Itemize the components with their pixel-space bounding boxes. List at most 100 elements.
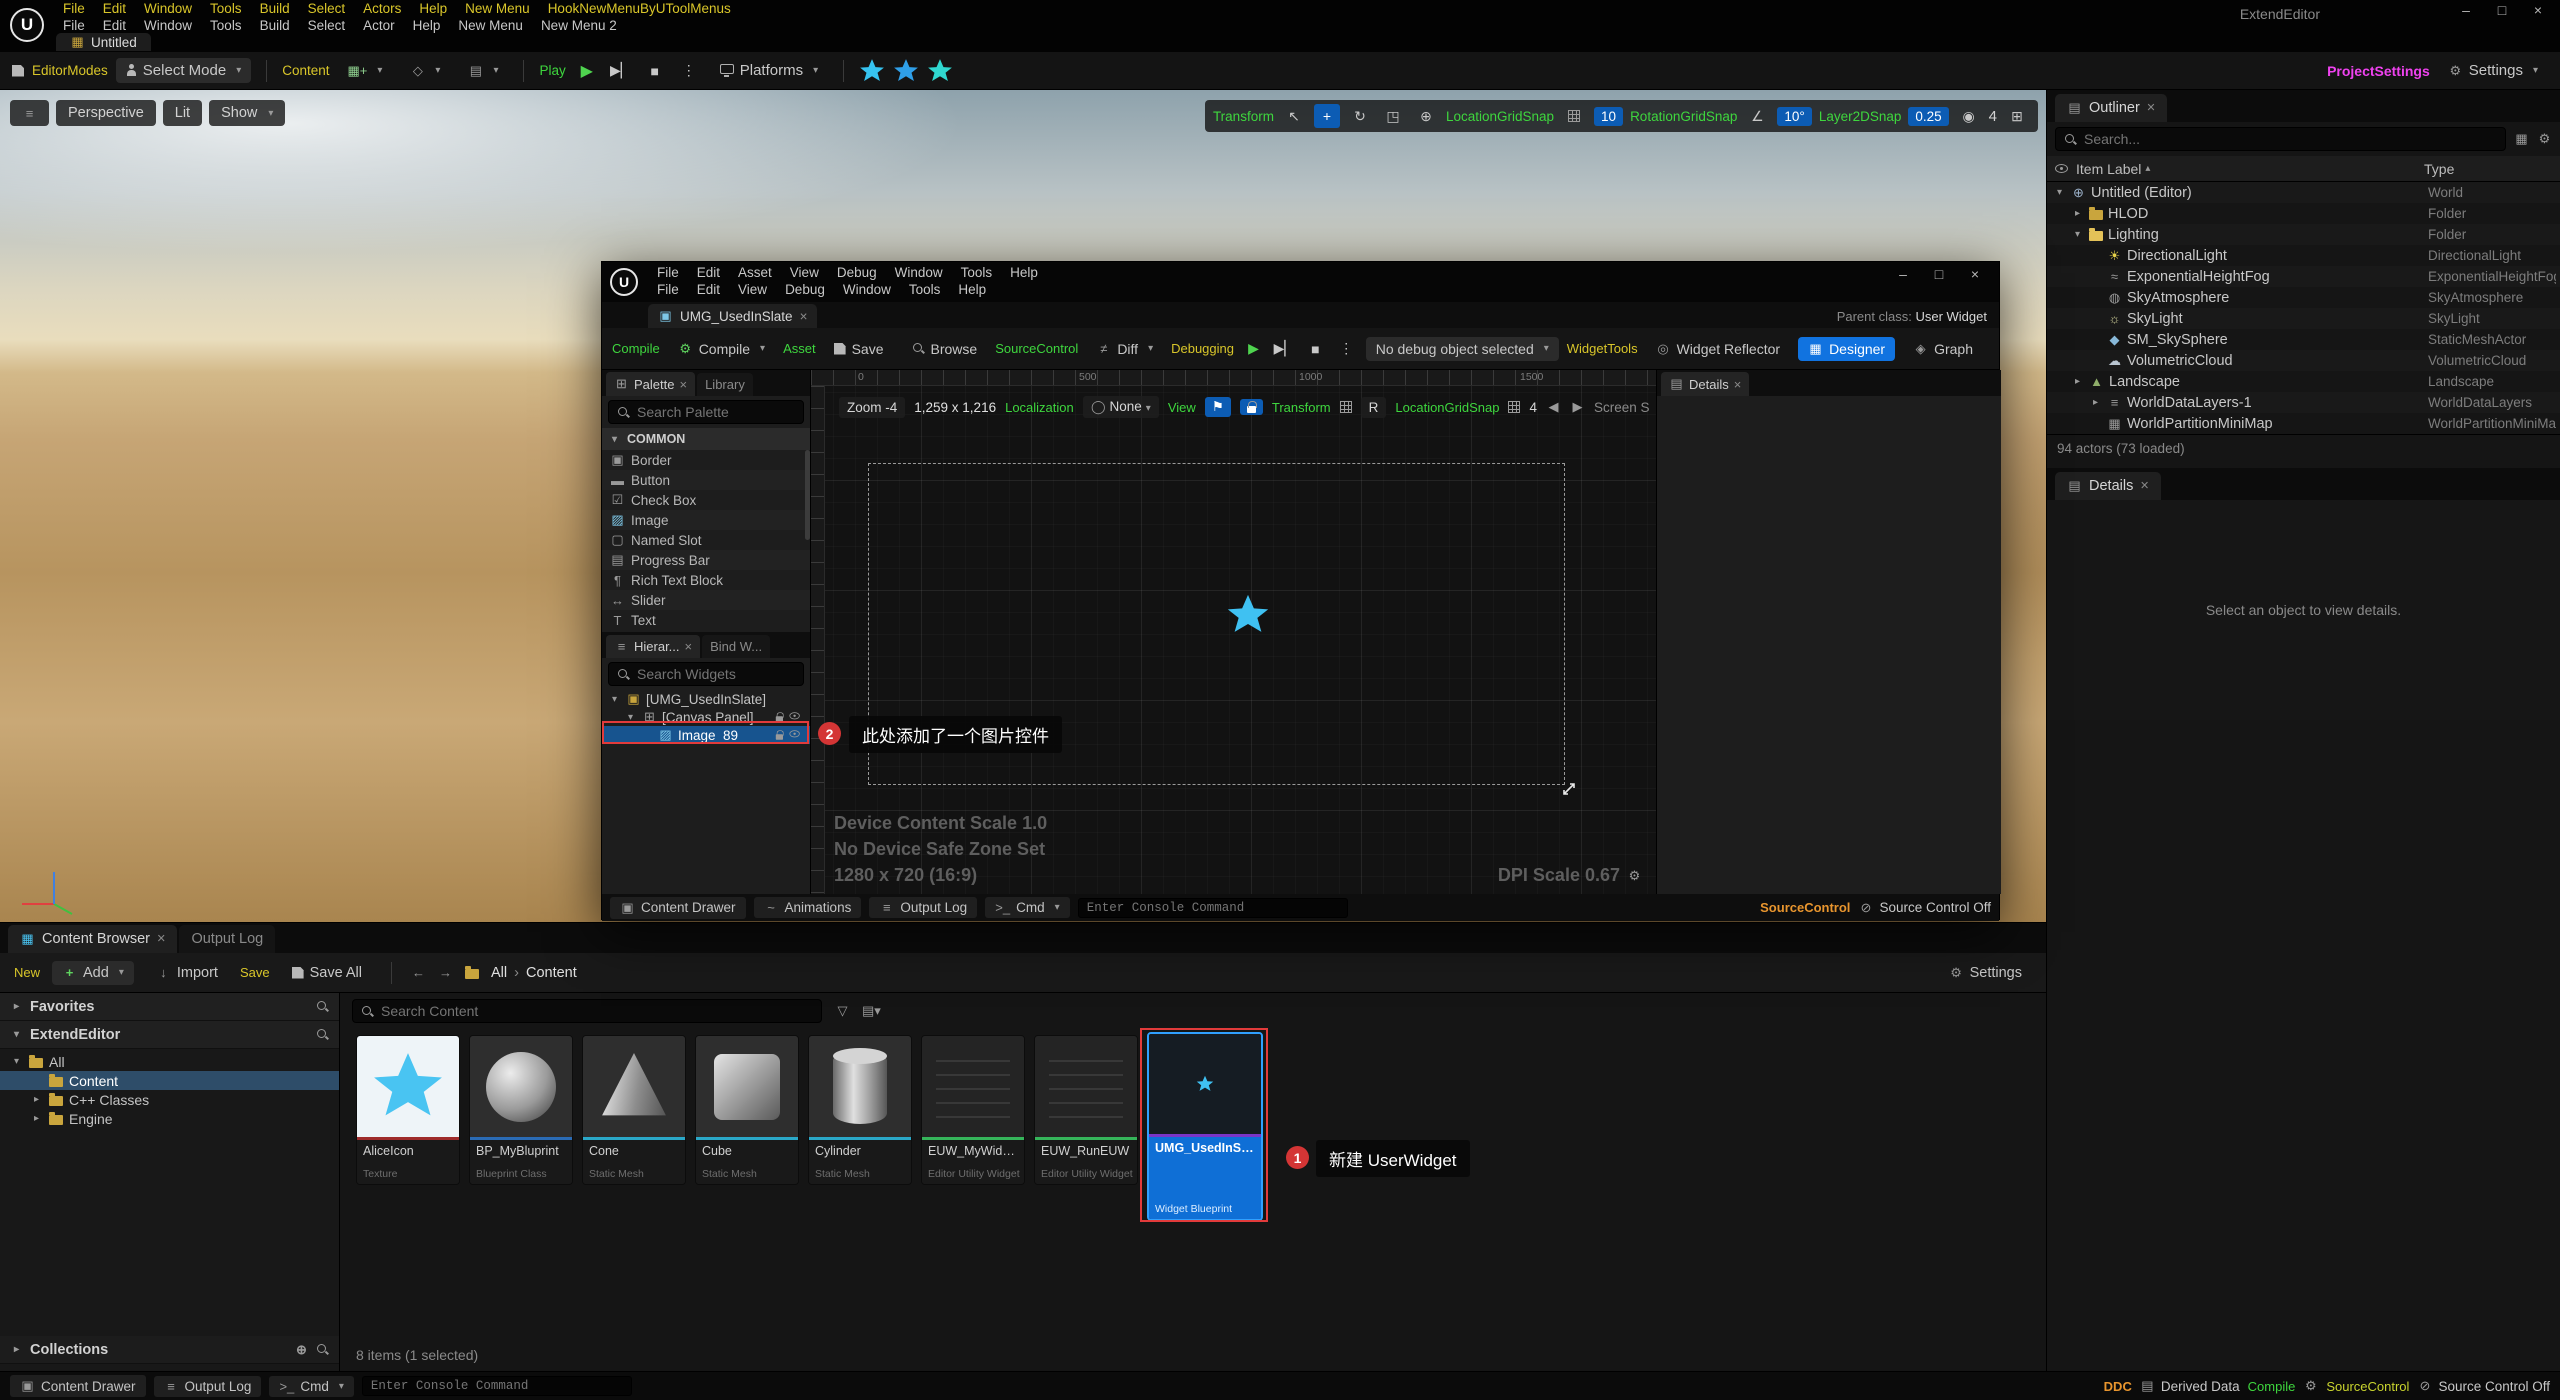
play-options-kebab-icon[interactable]: ⋮ bbox=[676, 59, 702, 83]
close-icon[interactable]: × bbox=[2147, 100, 2155, 116]
lit-dropdown[interactable]: Lit bbox=[163, 100, 202, 126]
derived-data-button[interactable]: ▤Derived Data bbox=[2140, 1378, 2240, 1394]
collections-section[interactable]: ▸Collections ⊕ bbox=[0, 1336, 339, 1364]
asset-tile-cone[interactable]: ConeStatic Mesh bbox=[582, 1035, 686, 1185]
rotate-tool-icon[interactable]: ↻ bbox=[1347, 104, 1373, 128]
asset-tile-umg-usedinslate[interactable]: UMG_UsedInSlateWidget Blueprint bbox=[1147, 1032, 1263, 1221]
diff-button[interactable]: ≠Diff▾ bbox=[1086, 337, 1163, 361]
stop-button[interactable]: ■ bbox=[642, 59, 668, 83]
menu-item-edit[interactable]: Edit bbox=[94, 17, 135, 34]
custom-sprite-button-1[interactable] bbox=[859, 59, 885, 83]
palette-section-common[interactable]: ▾COMMON bbox=[602, 428, 810, 450]
play-button[interactable]: ▶ bbox=[574, 59, 600, 83]
folder-c-classes[interactable]: ▸C++ Classes bbox=[0, 1090, 339, 1109]
tab-bind-widgets[interactable]: Bind W... bbox=[702, 635, 770, 658]
screen-size-dropdown[interactable]: Screen Si bbox=[1594, 400, 1649, 415]
tab-details[interactable]: ▤ Details × bbox=[2055, 472, 2161, 500]
save-button[interactable]: Save bbox=[824, 337, 894, 361]
maximize-button[interactable]: □ bbox=[1921, 266, 1957, 282]
menu-item-window[interactable]: Window bbox=[135, 17, 201, 34]
palette-item-border[interactable]: ▣Border bbox=[602, 450, 810, 470]
asset-tile-euw-runeuw[interactable]: EUW_RunEUWEditor Utility Widget bbox=[1034, 1035, 1138, 1185]
palette-item-check-box[interactable]: ☑Check Box bbox=[602, 490, 810, 510]
palette-item-text[interactable]: TText bbox=[602, 610, 810, 630]
menu-item-file[interactable]: File bbox=[54, 0, 94, 17]
cmd-dropdown[interactable]: >_Cmd▾ bbox=[985, 897, 1070, 918]
expand-arrow-icon[interactable]: ▾ bbox=[608, 694, 621, 705]
menu-item-hooknewmenubyutoolmenus[interactable]: HookNewMenuByUToolMenus bbox=[539, 0, 740, 17]
resize-handle-icon[interactable] bbox=[1561, 781, 1577, 797]
graph-tab-button[interactable]: ◈Graph bbox=[1903, 337, 1983, 361]
image-widget-sprite[interactable] bbox=[1226, 593, 1270, 637]
menu-item-actor[interactable]: Actor bbox=[354, 17, 404, 34]
outliner-filter-icon[interactable]: ▦ bbox=[2514, 131, 2529, 147]
expand-arrow-icon[interactable]: ▸ bbox=[2089, 397, 2102, 408]
source-control-status[interactable]: ⊘Source Control Off bbox=[2417, 1378, 2550, 1394]
next-state-icon[interactable]: ▶ bbox=[1570, 399, 1585, 415]
palette-item-slider[interactable]: ↔Slider bbox=[602, 590, 810, 610]
prev-state-icon[interactable]: ◀ bbox=[1546, 399, 1561, 415]
search-icon[interactable] bbox=[316, 1028, 329, 1041]
palette-item-named-slot[interactable]: ▢Named Slot bbox=[602, 530, 810, 550]
lock-icon[interactable] bbox=[776, 734, 783, 740]
favorites-section[interactable]: ▸Favorites bbox=[0, 993, 339, 1021]
plugin-section[interactable]: ▾ExtendEditor bbox=[0, 1021, 339, 1049]
search-icon[interactable] bbox=[316, 1343, 329, 1356]
add-content-button[interactable]: ▦+▾ bbox=[338, 59, 393, 83]
tab-umg-usedinslate[interactable]: ▣ UMG_UsedInSlate × bbox=[648, 304, 817, 328]
outliner-row[interactable]: ▸≡WorldDataLayers-1WorldDataLayers bbox=[2047, 392, 2560, 413]
menu-item-view[interactable]: View bbox=[781, 264, 828, 281]
widget-reflector-button[interactable]: ◎Widget Reflector bbox=[1646, 337, 1790, 361]
tab-library[interactable]: Library bbox=[697, 373, 753, 396]
browse-button[interactable]: Browse bbox=[902, 337, 988, 361]
cb-search[interactable] bbox=[352, 999, 822, 1023]
grid-snap-value[interactable]: 10 bbox=[1594, 107, 1623, 126]
scale-snap-value[interactable]: 0.25 bbox=[1908, 107, 1948, 126]
play-button[interactable]: ▶ bbox=[1242, 337, 1265, 361]
close-icon[interactable]: × bbox=[679, 377, 687, 392]
menu-item-debug[interactable]: Debug bbox=[776, 281, 834, 298]
compile-status-icon[interactable]: ⚙ bbox=[2303, 1378, 2318, 1394]
grid-icon[interactable] bbox=[1340, 401, 1352, 413]
menu-item-build[interactable]: Build bbox=[251, 0, 299, 17]
palette-search-input[interactable] bbox=[637, 404, 795, 420]
save-icon[interactable] bbox=[12, 65, 24, 77]
move-tool-icon[interactable]: + bbox=[1314, 104, 1340, 128]
back-icon[interactable]: ← bbox=[411, 965, 426, 980]
rotation-toggle[interactable]: R bbox=[1361, 397, 1387, 418]
lock-icon[interactable] bbox=[776, 716, 783, 722]
type-column[interactable]: Type bbox=[2424, 161, 2552, 177]
rotation-snap-icon[interactable]: ∠ bbox=[1744, 104, 1770, 128]
cb-settings-dropdown[interactable]: ⚙Settings bbox=[1939, 961, 2032, 985]
breadcrumb-content[interactable]: Content bbox=[526, 965, 577, 981]
grid-snap-icon[interactable] bbox=[1561, 104, 1587, 128]
perspective-dropdown[interactable]: Perspective bbox=[56, 100, 156, 126]
asset-tile-bp-mybluprint[interactable]: BP_MyBluprintBlueprint Class bbox=[469, 1035, 573, 1185]
outliner-row[interactable]: ☁VolumetricCloudVolumetricCloud bbox=[2047, 350, 2560, 371]
cb-search-input[interactable] bbox=[381, 1003, 813, 1019]
viewport-menu-button[interactable]: ≡ bbox=[10, 100, 49, 126]
expand-arrow-icon[interactable]: ▾ bbox=[2071, 229, 2084, 240]
hierarchy-search[interactable] bbox=[608, 662, 804, 686]
console-input[interactable] bbox=[371, 1379, 623, 1393]
menu-item-debug[interactable]: Debug bbox=[828, 264, 886, 281]
menu-item-asset[interactable]: Asset bbox=[729, 264, 781, 281]
expand-arrow-icon[interactable]: ▸ bbox=[2071, 376, 2084, 387]
menu-item-file[interactable]: File bbox=[54, 17, 94, 34]
output-log-button[interactable]: ≡Output Log bbox=[154, 1376, 262, 1397]
menu-item-edit[interactable]: Edit bbox=[94, 0, 135, 17]
breadcrumb-all[interactable]: All bbox=[491, 965, 507, 981]
expand-arrow-icon[interactable]: ▸ bbox=[30, 1094, 43, 1105]
tab-outliner[interactable]: ▤ Outliner × bbox=[2055, 94, 2167, 122]
palette-item-button[interactable]: ▬Button bbox=[602, 470, 810, 490]
menu-item-help[interactable]: Help bbox=[949, 281, 995, 298]
outliner-settings-icon[interactable]: ⚙ bbox=[2537, 131, 2552, 147]
stop-button[interactable]: ■ bbox=[1304, 337, 1327, 361]
outliner-row[interactable]: ▸HLODFolder bbox=[2047, 203, 2560, 224]
forward-icon[interactable]: → bbox=[438, 965, 453, 980]
minimize-button[interactable]: – bbox=[1885, 266, 1921, 282]
grid-snap-value[interactable]: 4 bbox=[1529, 400, 1537, 415]
filter-funnel-icon[interactable]: ▽ bbox=[835, 1003, 850, 1019]
outliner-row[interactable]: ▾⊕Untitled (Editor)World bbox=[2047, 182, 2560, 203]
zoom-level[interactable]: Zoom -4 bbox=[839, 397, 905, 418]
